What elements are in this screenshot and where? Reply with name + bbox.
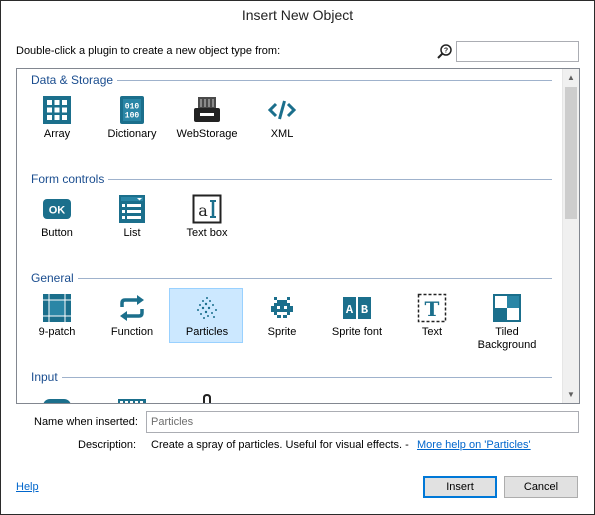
svg-text:B: B <box>361 303 368 317</box>
dictionary-icon: 010 100 <box>120 96 144 124</box>
plugin-label: Function <box>110 326 154 338</box>
category-label: Form controls <box>31 171 109 187</box>
plugin-label: Sprite <box>267 326 297 338</box>
plugin-list-control[interactable]: List <box>94 189 168 244</box>
plugin-gamepad[interactable] <box>19 387 93 403</box>
tiled-background-icon <box>493 294 521 322</box>
keyboard-icon <box>118 399 146 403</box>
category-label: General <box>31 270 78 286</box>
sprite-font-icon: A B <box>343 297 371 319</box>
name-when-inserted-input[interactable] <box>146 411 579 433</box>
insert-button[interactable]: Insert <box>423 476 497 498</box>
plugin-9-patch[interactable]: 9-patch <box>19 288 93 343</box>
svg-text:100: 100 <box>125 112 140 121</box>
scrollbar-thumb[interactable] <box>565 87 577 219</box>
name-when-inserted-label: Name when inserted: <box>34 416 138 428</box>
plugin-sprite-font[interactable]: A B Sprite font <box>319 288 393 343</box>
description-text: Create a spray of particles. Useful for … <box>151 439 409 451</box>
plugin-function[interactable]: Function <box>94 288 168 343</box>
category-label: Data & Storage <box>31 72 118 88</box>
svg-text:T: T <box>425 297 440 321</box>
plugin-label: XML <box>270 128 294 140</box>
xml-code-icon <box>267 100 297 120</box>
category-general: General <box>17 270 563 286</box>
plugin-tiled-background[interactable]: Tiled Background <box>469 288 543 354</box>
plugin-label: Button <box>41 227 73 239</box>
ninepatch-icon <box>43 294 71 322</box>
scroll-down-icon[interactable]: ▼ <box>563 386 579 403</box>
plugin-array[interactable]: Array <box>19 90 93 145</box>
more-help-link[interactable]: More help on 'Particles' <box>417 439 531 451</box>
plugin-label: Sprite font <box>331 326 383 338</box>
plugin-list[interactable]: Data & Storage Array 010 100 Dictionary … <box>16 68 580 404</box>
insert-object-dialog: Insert New Object Double-click a plugin … <box>0 0 595 515</box>
plugin-textbox[interactable]: a Text box <box>169 189 243 244</box>
plugin-label: Tiled Background <box>477 326 537 351</box>
cancel-button[interactable]: Cancel <box>504 476 578 498</box>
plugin-touch[interactable] <box>169 387 243 403</box>
description-label: Description: <box>78 439 137 451</box>
plugin-label: Dictionary <box>107 128 157 140</box>
svg-text:A: A <box>346 303 354 317</box>
category-data-storage: Data & Storage <box>17 72 563 88</box>
touch-icon <box>203 393 211 403</box>
category-input: Input <box>17 369 563 385</box>
ok-button-icon: OK <box>43 199 71 219</box>
instructions-text: Double-click a plugin to create a new ob… <box>16 45 281 57</box>
plugin-label: Text box <box>186 227 228 239</box>
plugin-label: WebStorage <box>176 128 238 140</box>
text-icon: T <box>417 293 447 323</box>
plugin-label: List <box>123 227 141 239</box>
category-form-controls: Form controls <box>17 171 563 187</box>
category-label: Input <box>31 369 62 385</box>
function-arrows-icon <box>120 295 144 321</box>
plugin-label: Text <box>421 326 443 338</box>
svg-text:010: 010 <box>125 103 140 112</box>
plugin-label: Array <box>43 128 71 140</box>
particles-icon <box>197 297 217 319</box>
search-icon[interactable]: ? <box>436 43 454 61</box>
sprite-invader-icon <box>271 297 293 318</box>
scroll-up-icon[interactable]: ▲ <box>563 69 579 86</box>
window-title: Insert New Object <box>241 7 354 23</box>
search-input[interactable] <box>456 41 579 62</box>
webstorage-icon <box>194 97 220 122</box>
help-link[interactable]: Help <box>16 481 39 493</box>
plugin-xml[interactable]: XML <box>244 90 318 145</box>
plugin-webstorage[interactable]: WebStorage <box>169 90 243 145</box>
plugin-text[interactable]: T Text <box>394 288 468 343</box>
textbox-icon: a <box>192 194 222 224</box>
vertical-scrollbar[interactable]: ▲ ▼ <box>562 69 579 403</box>
plugin-button[interactable]: OK Button <box>19 189 93 244</box>
plugin-keyboard[interactable] <box>94 387 168 403</box>
plugin-sprite[interactable]: Sprite <box>244 288 318 343</box>
svg-text:OK: OK <box>49 205 66 217</box>
plugin-list-content: Data & Storage Array 010 100 Dictionary … <box>17 69 563 403</box>
array-grid-icon <box>43 96 71 124</box>
list-icon <box>119 195 145 223</box>
svg-text:a: a <box>198 201 208 220</box>
gamepad-icon <box>43 399 71 403</box>
plugin-particles[interactable]: Particles <box>169 288 243 343</box>
plugin-dictionary[interactable]: 010 100 Dictionary <box>94 90 168 145</box>
plugin-label: 9-patch <box>38 326 76 338</box>
svg-text:?: ? <box>444 48 448 55</box>
plugin-label: Particles <box>185 326 229 338</box>
